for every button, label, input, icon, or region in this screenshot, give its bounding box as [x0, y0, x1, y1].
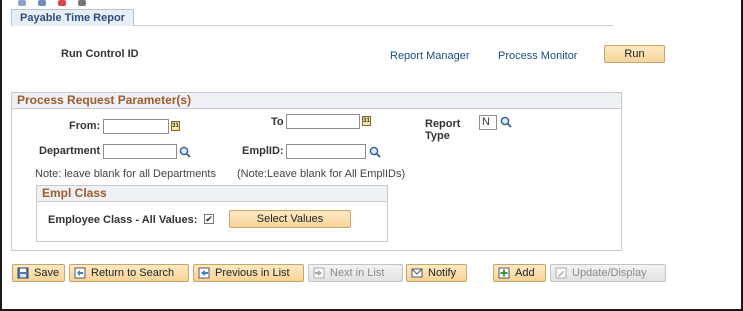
- toolbar-icon[interactable]: [78, 0, 87, 6]
- return-to-search-button[interactable]: Return to Search: [69, 264, 189, 282]
- employee-class-all-values-label: Employee Class - All Values:: [48, 214, 198, 226]
- run-button[interactable]: Run: [604, 45, 665, 63]
- process-monitor-link[interactable]: Process Monitor: [498, 50, 577, 62]
- add-icon: [497, 267, 510, 279]
- update-display-button[interactable]: Update/Display: [550, 264, 666, 282]
- add-label: Add: [515, 267, 535, 279]
- return-to-search-label: Return to Search: [91, 267, 175, 279]
- to-calendar-icon[interactable]: 31: [362, 116, 371, 126]
- emplid-note: (Note:Leave blank for All EmplIDs): [237, 168, 406, 180]
- return-to-search-icon: [73, 267, 86, 279]
- department-label: Department: [39, 145, 101, 157]
- report-type-lookup-icon[interactable]: [500, 116, 512, 128]
- from-date-input[interactable]: [103, 119, 169, 134]
- employee-class-all-values-checkbox[interactable]: ✔: [204, 214, 214, 224]
- save-icon: [16, 267, 29, 279]
- report-type-label-line1: Report: [425, 118, 461, 130]
- update-display-label: Update/Display: [572, 267, 647, 279]
- empl-class-title: Empl Class: [37, 186, 387, 202]
- save-button[interactable]: Save: [12, 264, 65, 282]
- emplid-lookup-icon[interactable]: [369, 146, 381, 158]
- emplid-label: EmplID:: [242, 145, 284, 157]
- select-values-button[interactable]: Select Values: [229, 210, 351, 228]
- tab-payable-time-report[interactable]: Payable Time Repor: [11, 9, 134, 26]
- report-manager-link[interactable]: Report Manager: [390, 50, 470, 62]
- update-display-icon: [554, 267, 567, 279]
- department-input[interactable]: [103, 144, 177, 159]
- next-in-list-icon: [312, 267, 325, 279]
- tab-strip: Payable Time Repor: [11, 9, 613, 26]
- from-calendar-icon[interactable]: 31: [171, 121, 180, 131]
- save-label: Save: [34, 267, 60, 279]
- toolbar-icon[interactable]: [58, 0, 67, 6]
- to-date-input[interactable]: [286, 114, 360, 129]
- toolbar-icon[interactable]: [18, 0, 26, 6]
- next-in-list-button[interactable]: Next in List: [308, 264, 403, 282]
- notify-button[interactable]: Notify: [406, 264, 467, 282]
- add-button[interactable]: Add: [493, 264, 546, 282]
- department-note: Note: leave blank for all Departments: [35, 168, 216, 180]
- run-control-id-label: Run Control ID: [61, 48, 139, 60]
- next-in-list-label: Next in List: [330, 267, 385, 279]
- emplid-input[interactable]: [286, 144, 366, 159]
- report-type-input[interactable]: N: [479, 115, 497, 130]
- notify-label: Notify: [428, 267, 457, 279]
- previous-in-list-label: Previous in List: [215, 267, 290, 279]
- process-request-parameters-title: Process Request Parameter(s): [12, 93, 621, 109]
- report-type-label-line2: Type: [425, 130, 450, 142]
- to-label: To: [271, 116, 284, 128]
- previous-in-list-button[interactable]: Previous in List: [193, 264, 304, 282]
- department-lookup-icon[interactable]: [179, 146, 191, 158]
- notify-icon: [410, 267, 423, 279]
- from-label: From:: [69, 120, 101, 132]
- previous-in-list-icon: [197, 267, 210, 279]
- toolbar-icon[interactable]: [38, 0, 47, 6]
- top-icon-strip: [18, 0, 95, 6]
